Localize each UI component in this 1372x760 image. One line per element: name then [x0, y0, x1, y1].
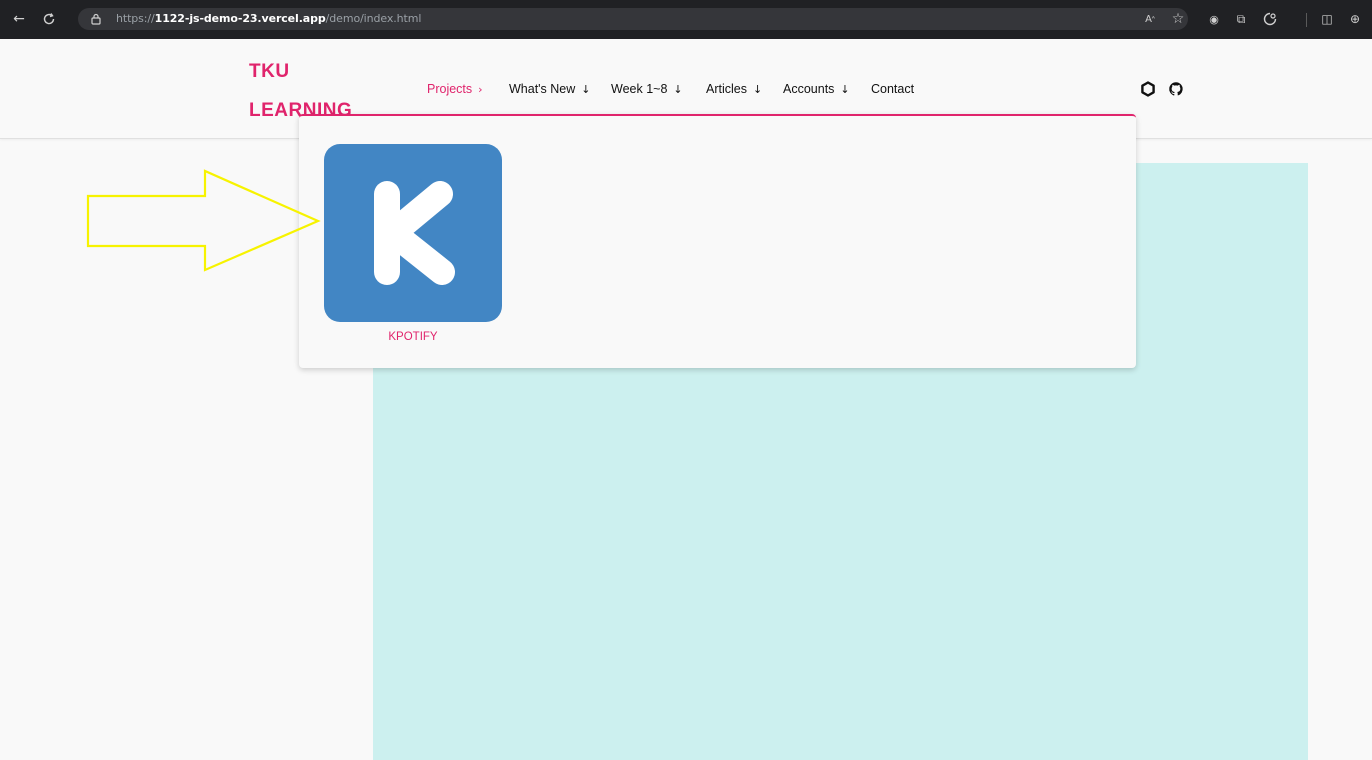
nav-projects[interactable]: Projects ›	[427, 82, 483, 96]
toolbar-divider	[1306, 13, 1307, 27]
nav-whats-new[interactable]: What's New ↓	[509, 82, 591, 96]
back-arrow-icon[interactable]: ←	[8, 8, 30, 30]
favorite-star-icon[interactable]: ☆	[1167, 8, 1189, 30]
refresh-icon[interactable]	[38, 8, 60, 30]
split-screen-icon[interactable]: ◫	[1316, 8, 1338, 30]
url-path: /demo/index.html	[325, 12, 422, 25]
url-host: 1122-js-demo-23.vercel.app	[154, 12, 326, 25]
url-scheme: https://	[116, 12, 155, 25]
collections-icon[interactable]: ⧉	[1230, 8, 1252, 30]
kpotify-logo-icon	[374, 181, 455, 285]
nav-accounts[interactable]: Accounts ↓	[783, 82, 850, 96]
nav-label: Week 1~8	[611, 82, 668, 96]
url-text[interactable]: https://1122-js-demo-23.vercel.app/demo/…	[116, 12, 421, 25]
arrow-down-icon: ↓	[581, 83, 591, 96]
nav-label: Projects	[427, 82, 473, 96]
github-icon[interactable]	[1168, 81, 1184, 97]
nav-label: Articles	[706, 82, 747, 96]
browser-toolbar: ← https://1122-js-demo-23.vercel.app/dem…	[0, 0, 1372, 39]
project-kpotify-tile[interactable]	[324, 144, 502, 322]
profile-icon[interactable]: ⊕	[1344, 8, 1366, 30]
nav-contact[interactable]: Contact	[871, 82, 914, 96]
site-logo-line-1[interactable]: TKU	[249, 61, 290, 83]
extension-icon[interactable]: ◉	[1203, 8, 1225, 30]
nav-label: Contact	[871, 82, 915, 96]
copilot-icon[interactable]	[1259, 8, 1281, 30]
nav-label: Accounts	[783, 82, 835, 96]
lock-icon[interactable]	[90, 13, 102, 25]
arrow-down-icon: ↓	[840, 83, 850, 96]
hexagon-icon[interactable]	[1140, 81, 1156, 97]
nav-articles[interactable]: Articles ↓	[706, 82, 762, 96]
read-aloud-icon[interactable]: Aᴬ	[1139, 8, 1161, 30]
nav-label: What's New	[509, 82, 576, 96]
arrow-down-icon: ↓	[752, 83, 763, 96]
arrow-down-icon: ↓	[673, 83, 683, 96]
project-kpotify-label[interactable]: KPOTIFY	[324, 331, 502, 343]
chevron-right-icon: ›	[478, 83, 483, 96]
projects-dropdown: KPOTIFY	[299, 114, 1136, 368]
nav-week-1-8[interactable]: Week 1~8 ↓	[611, 82, 683, 96]
